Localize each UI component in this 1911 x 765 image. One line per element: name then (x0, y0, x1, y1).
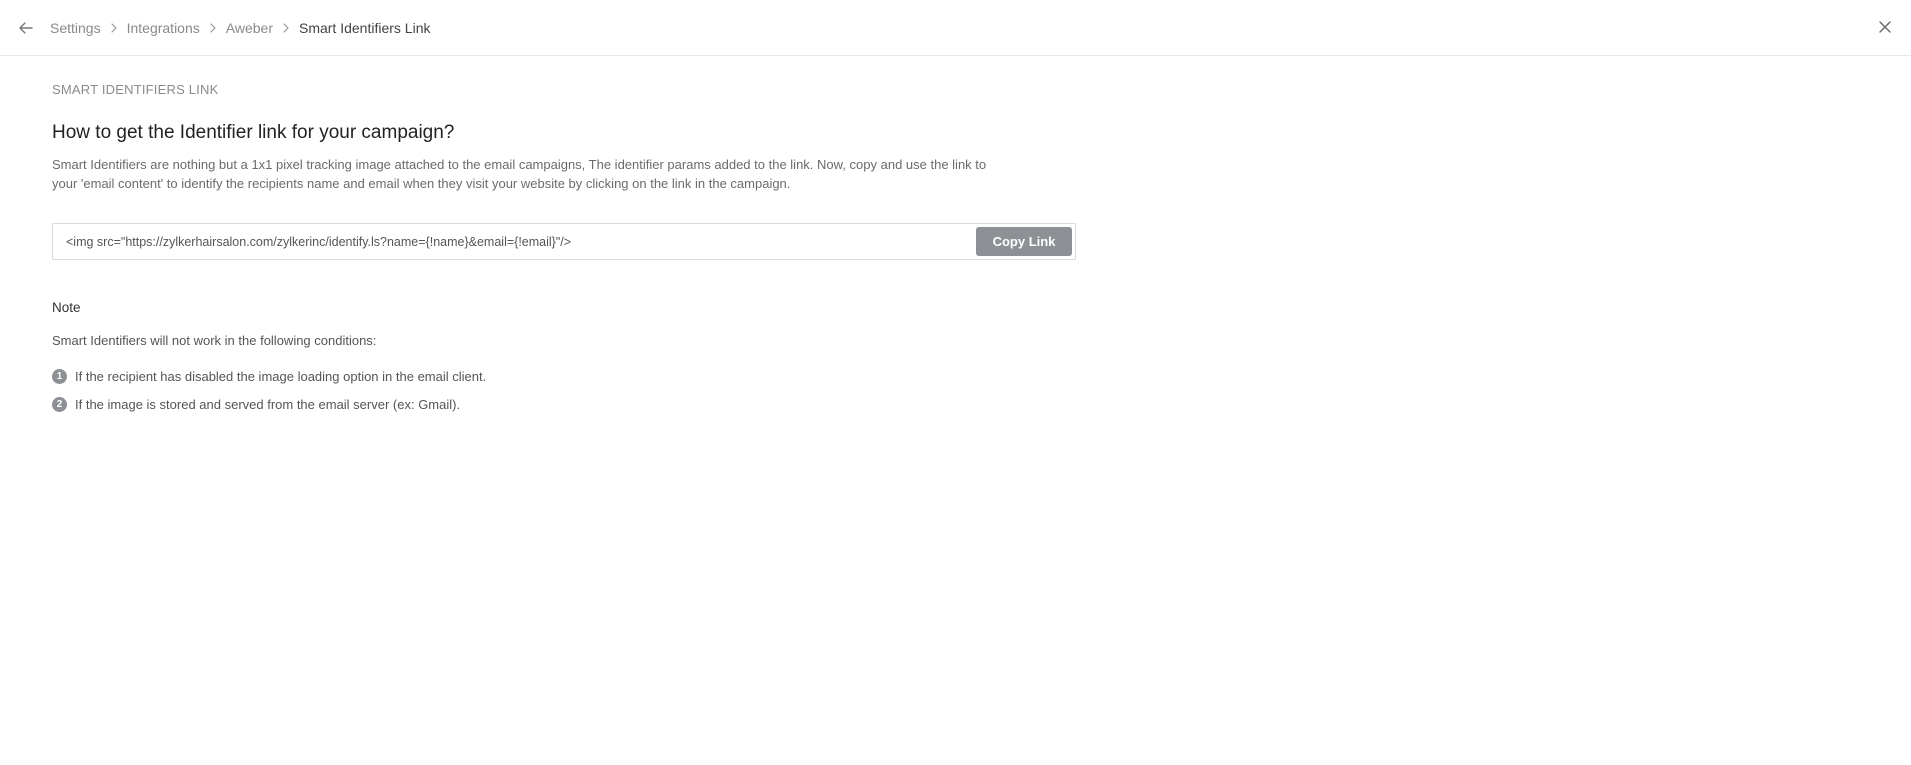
note-title: Note (52, 300, 81, 315)
condition-text: If the recipient has disabled the image … (75, 368, 487, 384)
arrow-left-icon (19, 22, 33, 34)
breadcrumb: Settings Integrations Aweber Smart Ident… (50, 18, 430, 38)
list-item: 2 If the image is stored and served from… (52, 390, 486, 418)
section-label: SMART IDENTIFIERS LINK (52, 82, 219, 97)
list-item: 1 If the recipient has disabled the imag… (52, 362, 486, 390)
breadcrumb-settings[interactable]: Settings (50, 20, 101, 36)
number-badge: 1 (52, 368, 67, 384)
chevron-right-icon (200, 18, 226, 38)
top-bar: Settings Integrations Aweber Smart Ident… (0, 0, 1911, 56)
close-icon (1879, 21, 1891, 33)
identifier-link-snippet[interactable]: <img src="https://zylkerhairsalon.com/zy… (53, 235, 976, 249)
chevron-right-icon (273, 18, 299, 38)
breadcrumb-current-page: Smart Identifiers Link (298, 20, 431, 36)
note-intro: Smart Identifiers will not work in the f… (52, 333, 377, 348)
condition-text: If the image is stored and served from t… (75, 396, 461, 412)
breadcrumb-aweber[interactable]: Aweber (226, 20, 273, 36)
identifier-link-box: <img src="https://zylkerhairsalon.com/zy… (52, 223, 1076, 260)
close-button[interactable] (1875, 17, 1895, 37)
copy-link-button[interactable]: Copy Link (976, 227, 1072, 256)
page-heading: How to get the Identifier link for your … (52, 122, 455, 143)
chevron-right-icon (101, 18, 127, 38)
back-button[interactable] (16, 18, 36, 38)
conditions-list: 1 If the recipient has disabled the imag… (52, 362, 486, 418)
number-badge: 2 (52, 396, 67, 412)
description-text: Smart Identifiers are nothing but a 1x1 … (52, 157, 987, 191)
breadcrumb-integrations[interactable]: Integrations (127, 20, 200, 36)
